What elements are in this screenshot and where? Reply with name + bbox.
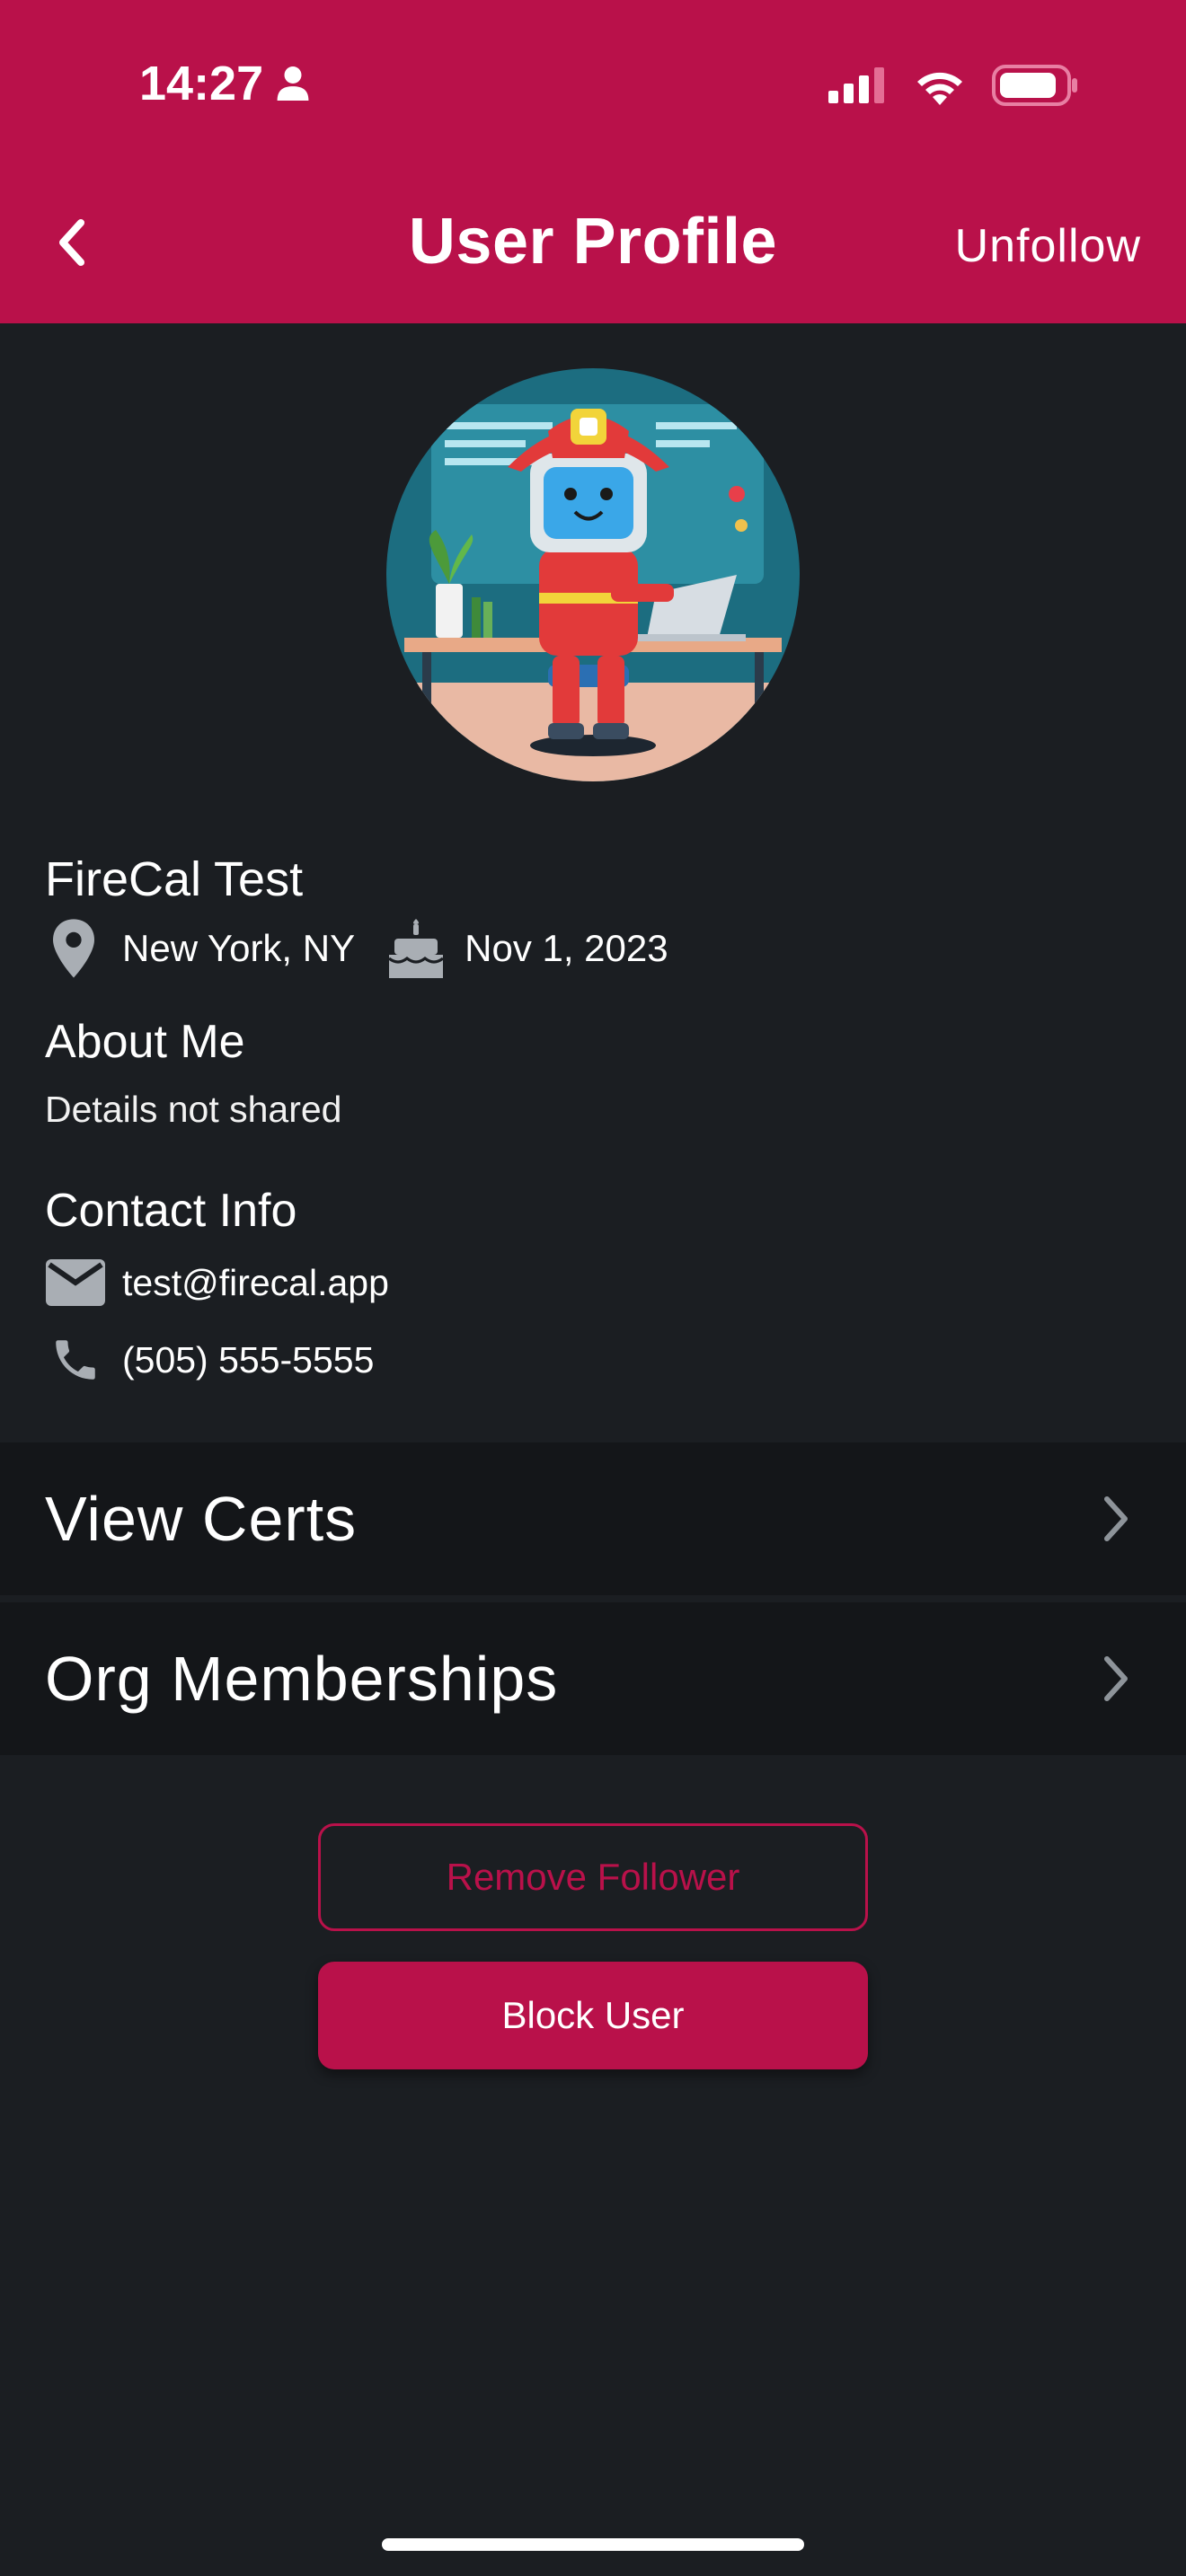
profile-name: FireCal Test: [45, 852, 304, 906]
about-me-text: Details not shared: [45, 1089, 342, 1130]
org-memberships-label: Org Memberships: [45, 1644, 559, 1714]
status-time: 14:27: [139, 56, 310, 111]
contact-email-row[interactable]: test@firecal.app: [45, 1250, 389, 1315]
status-time-text: 14:27: [139, 57, 264, 110]
status-icons: [828, 65, 1078, 106]
cake-icon: [387, 916, 445, 981]
profile-location: New York, NY: [122, 927, 356, 969]
remove-follower-button[interactable]: Remove Follower: [318, 1823, 868, 1931]
home-indicator[interactable]: [382, 2538, 804, 2551]
contact-email[interactable]: test@firecal.app: [122, 1262, 389, 1304]
view-certs-item[interactable]: View Certs: [0, 1442, 1186, 1595]
org-memberships-item[interactable]: Org Memberships: [0, 1602, 1186, 1755]
profile-meta-row: New York, NY Nov 1, 2023: [45, 916, 668, 981]
profile-birthday: Nov 1, 2023: [465, 927, 668, 969]
chevron-right-icon: [1104, 1496, 1128, 1541]
battery-icon: [992, 65, 1077, 106]
chevron-right-icon: [1104, 1656, 1128, 1701]
contact-phone[interactable]: (505) 555-5555: [122, 1339, 374, 1381]
location-pin-icon: [45, 916, 102, 981]
unfollow-button[interactable]: Unfollow: [955, 219, 1141, 273]
view-certs-label: View Certs: [45, 1484, 358, 1554]
email-icon: [45, 1250, 106, 1315]
cellular-signal-icon: [828, 67, 884, 103]
avatar: [386, 368, 800, 781]
contact-info-heading: Contact Info: [45, 1185, 297, 1237]
wifi-icon: [917, 72, 962, 105]
person-icon: [277, 66, 309, 101]
phone-icon: [45, 1328, 106, 1392]
about-me-heading: About Me: [45, 1016, 245, 1068]
header-bar: 14:27 User Profile Unfollow: [0, 0, 1186, 323]
avatar-robot-firefighter-illustration: [386, 368, 800, 781]
block-user-button[interactable]: Block User: [318, 1962, 868, 2069]
contact-phone-row[interactable]: (505) 555-5555: [45, 1328, 374, 1392]
